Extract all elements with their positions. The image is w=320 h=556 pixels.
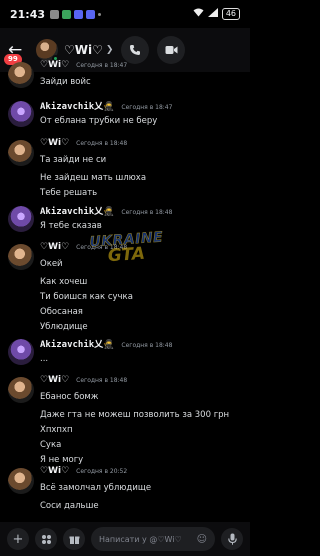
message-timestamp: Сегодня в 18:48 — [76, 244, 128, 251]
message-text: Та зайди не си — [40, 155, 107, 165]
message-text: Я тебе сказав — [40, 221, 102, 231]
apps-button[interactable] — [35, 528, 57, 550]
message-input-placeholder: Написати у @♡Wi♡ — [99, 534, 182, 544]
message-group: ♡Wi♡ Сегодня в 18:47 Зайди войс — [0, 60, 250, 90]
message-author[interactable]: Akizavchik乂🥷 — [40, 99, 114, 112]
message-group: Akizavchik乂🥷 Сегодня в 18:48 ... — [0, 337, 250, 367]
avatar[interactable] — [8, 468, 34, 494]
message-group: ♡Wi♡ Сегодня в 18:48 Окей Как хочеш Ти бо… — [0, 242, 250, 335]
plus-icon[interactable]: + — [13, 532, 24, 547]
apps-icon — [41, 534, 51, 544]
message-text: Даже гта не можеш позволить за 300 грн — [40, 410, 230, 420]
message-author[interactable]: ♡Wi♡ — [40, 138, 69, 148]
avatar[interactable] — [8, 140, 34, 166]
message-text: Всё замолчал ублюдище — [40, 483, 152, 493]
message-text: Как хочеш — [40, 277, 88, 287]
app-notification-icon — [62, 9, 72, 19]
message-author[interactable]: Akizavchik乂🥷 — [40, 204, 114, 217]
message-group: Akizavchik乂🥷 Сегодня в 18:47 От еблана тр… — [0, 99, 250, 129]
message-timestamp: Сегодня в 18:48 — [76, 140, 128, 147]
avatar[interactable] — [8, 339, 34, 365]
add-attachment-button[interactable]: + — [7, 528, 29, 550]
message-group: Akizavchik乂🥷 Сегодня в 18:48 Я тебе сказа… — [0, 204, 250, 234]
avatar[interactable] — [8, 377, 34, 403]
battery-icon: 46 — [221, 8, 240, 20]
message-composer: + Написати у @♡Wi♡ ☺ — [0, 522, 250, 556]
avatar[interactable] — [8, 244, 34, 270]
message-input[interactable]: Написати у @♡Wi♡ ☺ — [91, 527, 215, 551]
message-text: От еблана трубки не беру — [40, 116, 158, 126]
message-list[interactable]: ♡Wi♡ Сегодня в 18:47 Зайди войс Akizavchi… — [0, 54, 250, 522]
message-group: ♡Wi♡ Сегодня в 18:48 Та зайди не си Не за… — [0, 138, 250, 201]
message-author[interactable]: Akizavchik乂🥷 — [40, 337, 114, 350]
app-notification-icon — [50, 9, 60, 19]
message-text: Зайди войс — [40, 77, 91, 87]
avatar[interactable] — [8, 206, 34, 232]
avatar[interactable] — [8, 62, 34, 88]
message-author[interactable]: ♡Wi♡ — [40, 466, 69, 476]
microphone-icon — [227, 533, 237, 545]
message-timestamp: Сегодня в 18:47 — [76, 62, 128, 69]
message-text: Ти боишся как сучка — [40, 292, 133, 302]
message-text: Хпхпхп — [40, 425, 73, 435]
message-author[interactable]: ♡Wi♡ — [40, 242, 69, 252]
message-timestamp: Сегодня в 18:47 — [121, 104, 173, 111]
message-text: Обосаная — [40, 307, 83, 317]
message-timestamp: Сегодня в 18:48 — [121, 342, 173, 349]
message-text: ... — [40, 354, 49, 364]
signal-icon — [207, 8, 218, 20]
discord-notification-icon — [86, 9, 96, 19]
discord-notification-icon — [74, 9, 84, 19]
message-text: Соси дальше — [40, 501, 99, 511]
message-author[interactable]: ♡Wi♡ — [40, 60, 69, 70]
voice-message-button[interactable] — [221, 528, 243, 550]
wifi-icon — [193, 8, 204, 20]
message-text: Сука — [40, 440, 62, 450]
message-text: Ебанос бомж — [40, 392, 99, 402]
more-dot-icon — [98, 12, 102, 16]
message-timestamp: Сегодня в 20:52 — [76, 468, 128, 475]
notification-icons — [50, 9, 102, 19]
message-timestamp: Сегодня в 18:48 — [121, 209, 173, 216]
status-bar: 21:43 46 — [0, 0, 250, 28]
gift-icon — [69, 536, 79, 544]
message-text: Ублюдище — [40, 322, 88, 332]
status-time: 21:43 — [10, 7, 46, 21]
gift-button[interactable] — [63, 528, 85, 550]
message-group: ♡Wi♡ Сегодня в 20:52 Всё замолчал ублюдищ… — [0, 466, 250, 514]
avatar[interactable] — [8, 101, 34, 127]
message-timestamp: Сегодня в 18:48 — [76, 377, 128, 384]
message-text: Не зайдеш мать шлюха — [40, 173, 147, 183]
emoji-icon[interactable]: ☺ — [197, 534, 207, 545]
message-group: ♡Wi♡ Сегодня в 18:48 Ебанос бомж Даже гта… — [0, 375, 250, 468]
message-author[interactable]: ♡Wi♡ — [40, 375, 69, 385]
message-text: Тебе решать — [40, 188, 98, 198]
message-text: Окей — [40, 259, 63, 269]
